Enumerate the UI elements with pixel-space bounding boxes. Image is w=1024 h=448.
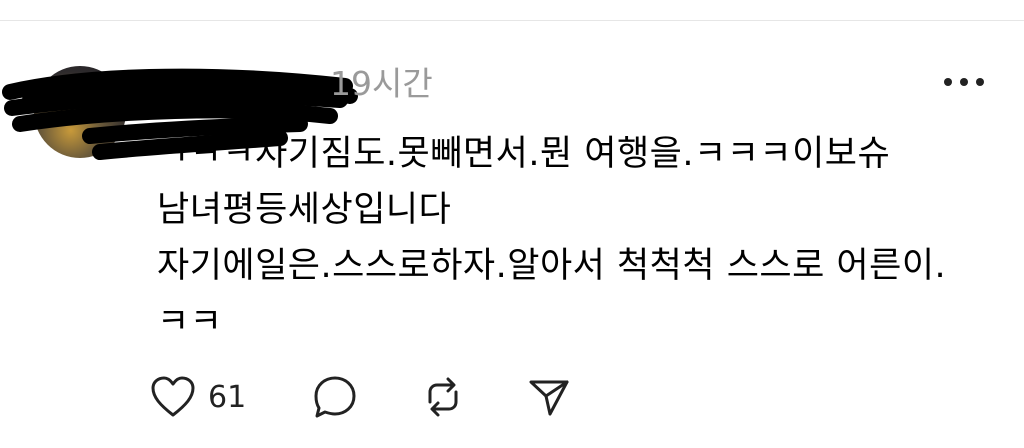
more-horizontal-icon (944, 78, 952, 86)
more-options-button[interactable] (944, 70, 984, 94)
post-timestamp: 19시간 (330, 64, 433, 103)
send-icon (529, 380, 569, 416)
share-button[interactable] (526, 374, 572, 420)
speech-bubble-icon (314, 376, 356, 418)
comment-button[interactable] (312, 374, 358, 420)
heart-icon (151, 376, 195, 417)
like-count: 61 (208, 379, 247, 415)
like-button[interactable]: 61 (150, 375, 246, 419)
post-actions: 61 (150, 372, 572, 422)
top-divider (0, 20, 1024, 21)
repost-button[interactable] (420, 374, 466, 420)
repost-icon (428, 377, 458, 417)
post-body: ㅋㅋㅋ자기짐도.못빼면서.뭔 여행을.ㅋㅋㅋ이보슈 남녀평등세상입니다 자기에일… (157, 134, 947, 342)
